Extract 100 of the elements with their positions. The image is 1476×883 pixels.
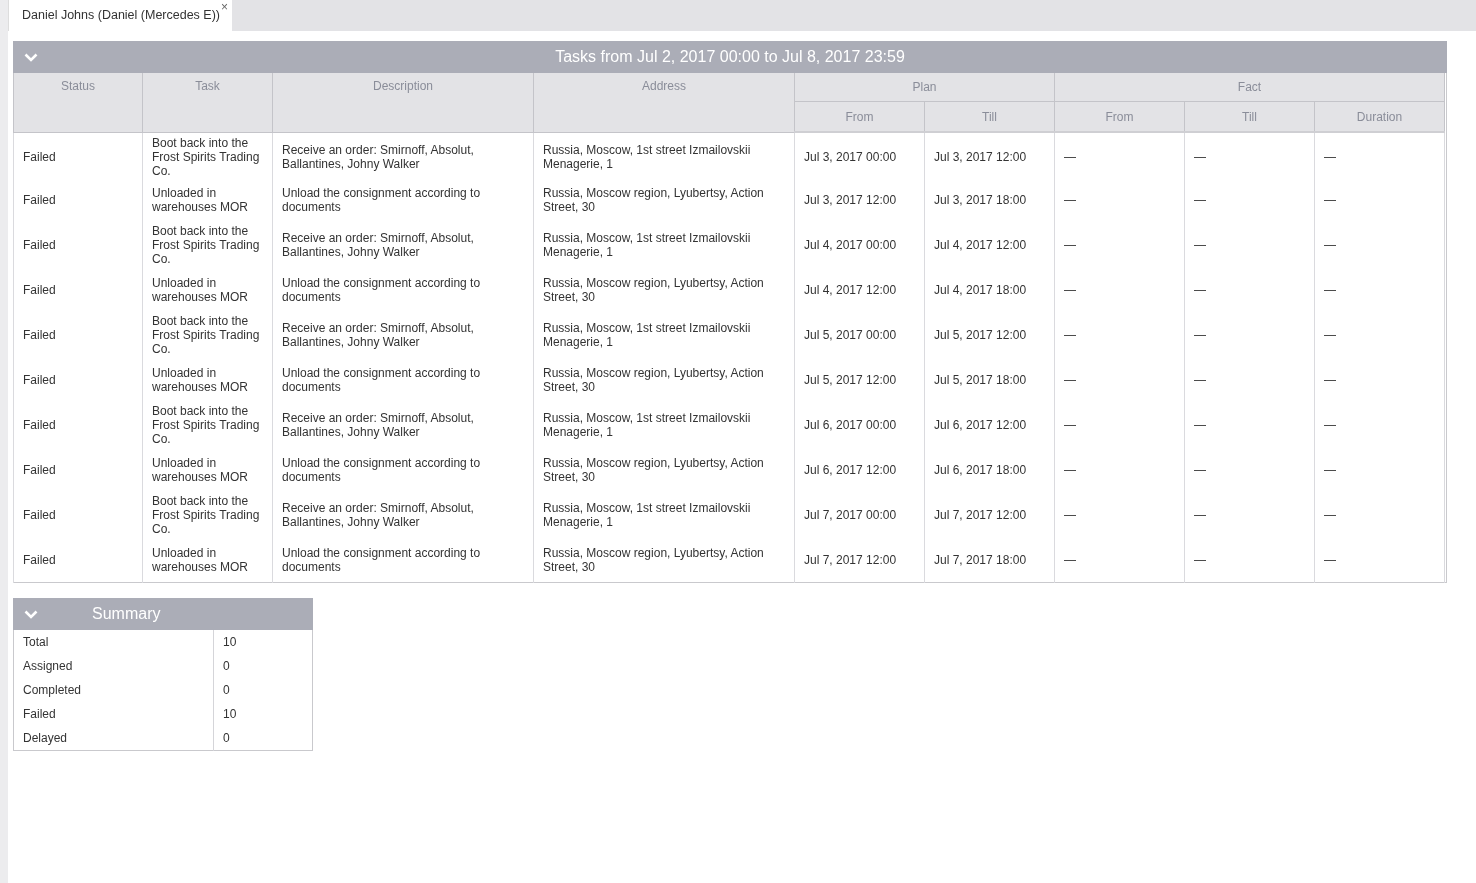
table-cell: Boot back into the Frost Spirits Trading Co.: [142, 222, 273, 268]
table-cell: Unloaded in warehouses MOR: [142, 537, 273, 583]
table-cell: Failed: [13, 402, 143, 448]
table-cell: Unload the consignment according to documents: [272, 537, 534, 583]
table-cell: —: [1054, 357, 1185, 403]
table-cell: Russia, Moscow region, Lyubertsy, Action Street, 30: [533, 357, 795, 403]
table-cell: Jul 6, 2017 00:00: [794, 402, 925, 448]
table-cell: —: [1184, 447, 1315, 493]
table-cell: Jul 6, 2017 12:00: [794, 447, 925, 493]
column-header: Till: [924, 101, 1055, 132]
panel-title: Summary: [92, 605, 161, 623]
table-cell: Boot back into the Frost Spirits Trading Co.: [142, 402, 273, 448]
table-cell: Jul 7, 2017 18:00: [924, 537, 1055, 583]
table-cell: Russia, Moscow, 1st street Izmailovskii Menagerie, 1: [533, 312, 795, 358]
table-cell: Failed: [13, 537, 143, 583]
table-cell: Jul 6, 2017 12:00: [924, 402, 1055, 448]
table-cell: Unloaded in warehouses MOR: [142, 447, 273, 493]
tab-label[interactable]: Daniel Johns (Daniel (Mercedes E)): [22, 8, 220, 22]
table-cell: Unload the consignment according to documents: [272, 357, 534, 403]
table-cell: —: [1184, 357, 1315, 403]
chevron-down-icon[interactable]: [24, 52, 38, 62]
table-cell: —: [1184, 222, 1315, 268]
table-cell: Failed: [13, 132, 143, 178]
tab[interactable]: Daniel Johns (Daniel (Mercedes E))×: [8, 0, 232, 31]
table-cell: Jul 4, 2017 12:00: [924, 222, 1055, 268]
table-cell: Jul 3, 2017 12:00: [924, 132, 1055, 178]
table-cell: Russia, Moscow, 1st street Izmailovskii Menagerie, 1: [533, 402, 795, 448]
table-cell: 0: [213, 678, 313, 702]
table-cell: Jul 3, 2017 12:00: [794, 177, 925, 223]
table-cell: Unload the consignment according to documents: [272, 267, 534, 313]
table-cell: —: [1054, 492, 1185, 538]
table-cell: Jul 5, 2017 12:00: [794, 357, 925, 403]
table-cell: Unload the consignment according to documents: [272, 177, 534, 223]
table-cell: Boot back into the Frost Spirits Trading Co.: [142, 312, 273, 358]
table-cell: Completed: [13, 678, 214, 702]
table-cell: —: [1184, 312, 1315, 358]
table-cell: Jul 5, 2017 12:00: [924, 312, 1055, 358]
table-cell: Receive an order: Smirnoff, Absolut, Ballantines, Johny Walker: [272, 492, 534, 538]
table-cell: 0: [213, 726, 313, 750]
table-cell: Unloaded in warehouses MOR: [142, 357, 273, 403]
table-cell: Jul 6, 2017 18:00: [924, 447, 1055, 493]
table-cell: Jul 7, 2017 00:00: [794, 492, 925, 538]
table-cell: Total: [13, 630, 214, 654]
table-cell: —: [1314, 132, 1445, 178]
table-cell: —: [1054, 177, 1185, 223]
table-cell: —: [1184, 537, 1315, 583]
table-cell: Unloaded in warehouses MOR: [142, 177, 273, 223]
table-cell: Receive an order: Smirnoff, Absolut, Ballantines, Johny Walker: [272, 312, 534, 358]
column-header: Duration: [1314, 101, 1445, 132]
panel-title: Tasks from Jul 2, 2017 00:00 to Jul 8, 2017 23:59: [555, 48, 905, 65]
table-cell: Jul 4, 2017 12:00: [794, 267, 925, 313]
table-cell: Jul 5, 2017 18:00: [924, 357, 1055, 403]
table-cell: —: [1314, 402, 1445, 448]
column-header: Status: [13, 73, 143, 132]
table-cell: —: [1314, 357, 1445, 403]
table-cell: —: [1054, 222, 1185, 268]
table-cell: —: [1314, 312, 1445, 358]
chevron-down-icon[interactable]: [24, 609, 38, 619]
table-cell: —: [1054, 312, 1185, 358]
table-cell: —: [1314, 222, 1445, 268]
table-cell: Jul 7, 2017 12:00: [924, 492, 1055, 538]
table-cell: Failed: [13, 267, 143, 313]
table-cell: —: [1184, 132, 1315, 178]
table-cell: —: [1054, 132, 1185, 178]
table-cell: Jul 3, 2017 00:00: [794, 132, 925, 178]
table-cell: Receive an order: Smirnoff, Absolut, Ballantines, Johny Walker: [272, 132, 534, 178]
table-cell: Russia, Moscow region, Lyubertsy, Action Street, 30: [533, 267, 795, 313]
table-cell: Boot back into the Frost Spirits Trading Co.: [142, 492, 273, 538]
column-header: Description: [272, 73, 534, 132]
table-cell: 10: [213, 702, 313, 726]
table-cell: Failed: [13, 447, 143, 493]
table-cell: —: [1184, 492, 1315, 538]
table-cell: Receive an order: Smirnoff, Absolut, Ballantines, Johny Walker: [272, 402, 534, 448]
table-cell: —: [1184, 267, 1315, 313]
table-cell: Receive an order: Smirnoff, Absolut, Ballantines, Johny Walker: [272, 222, 534, 268]
table-cell: —: [1314, 447, 1445, 493]
table-cell: Failed: [13, 177, 143, 223]
table-cell: Russia, Moscow, 1st street Izmailovskii Menagerie, 1: [533, 222, 795, 268]
table-cell: —: [1054, 537, 1185, 583]
table-cell: Failed: [13, 312, 143, 358]
table-cell: Russia, Moscow, 1st street Izmailovskii Menagerie, 1: [533, 492, 795, 538]
table-cell: Russia, Moscow, 1st street Izmailovskii Menagerie, 1: [533, 132, 795, 178]
table-cell: Russia, Moscow region, Lyubertsy, Action Street, 30: [533, 447, 795, 493]
table-cell: —: [1314, 537, 1445, 583]
column-group-header: Plan: [794, 73, 1055, 102]
table-cell: Jul 4, 2017 18:00: [924, 267, 1055, 313]
table-cell: Boot back into the Frost Spirits Trading Co.: [142, 132, 273, 178]
table-cell: Failed: [13, 492, 143, 538]
table-cell: Failed: [13, 222, 143, 268]
table-cell: Assigned: [13, 654, 214, 678]
table-cell: —: [1314, 492, 1445, 538]
table-cell: —: [1184, 177, 1315, 223]
column-header: Till: [1184, 101, 1315, 132]
table-cell: 0: [213, 654, 313, 678]
close-button[interactable]: ×: [221, 1, 228, 13]
table-cell: Jul 3, 2017 18:00: [924, 177, 1055, 223]
table-cell: Jul 7, 2017 12:00: [794, 537, 925, 583]
table-cell: —: [1054, 402, 1185, 448]
table-cell: Failed: [13, 702, 214, 726]
table-cell: Russia, Moscow region, Lyubertsy, Action Street, 30: [533, 537, 795, 583]
